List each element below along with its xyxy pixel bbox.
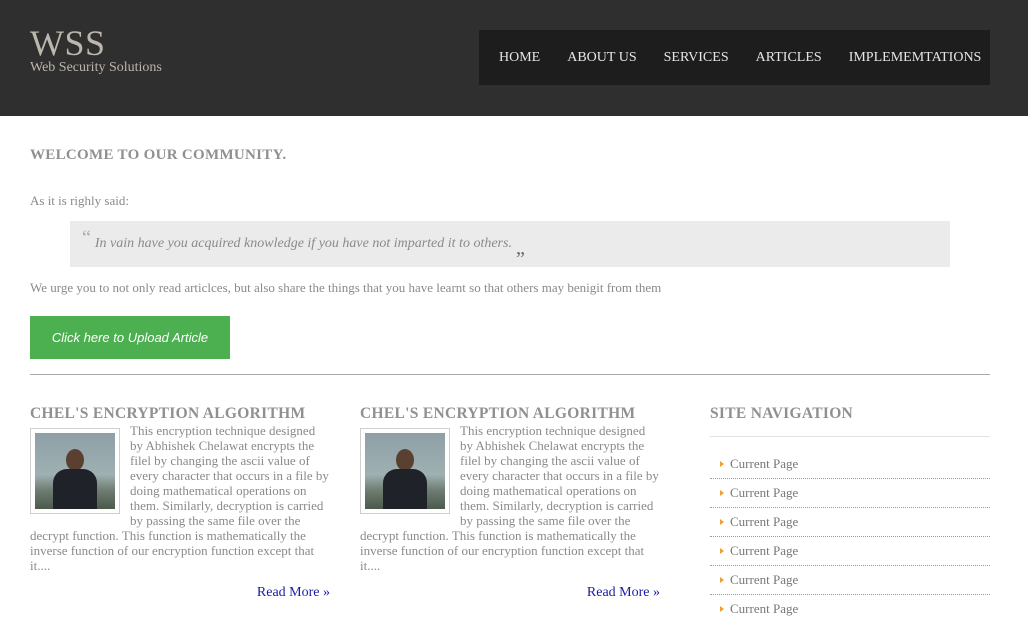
nav-implementations[interactable]: IMPLEMEMTATIONS xyxy=(849,50,982,66)
urge-text: We urge you to not only read articlces, … xyxy=(30,280,662,295)
site-logo[interactable]: WSS xyxy=(30,22,106,64)
section-divider xyxy=(30,374,990,375)
nav-home[interactable]: HOME xyxy=(499,50,540,66)
arrow-right-icon xyxy=(720,606,724,612)
quote-block: “ In vain have you acquired knowledge if… xyxy=(70,221,950,267)
article-title[interactable]: CHEL'S ENCRYPTION ALGORITHM xyxy=(360,405,660,423)
open-quote-icon: “ xyxy=(82,226,91,249)
site-navigation-sidebar: SITE NAVIGATION Current Page Current Pag… xyxy=(710,405,990,622)
sidebar-item[interactable]: Current Page xyxy=(710,537,990,566)
read-more-link[interactable]: Read More » xyxy=(360,585,660,601)
intro-text: As it is righly said: xyxy=(30,193,129,208)
close-quote-icon: „ xyxy=(515,236,525,259)
main-nav: HOME ABOUT US SERVICES ARTICLES IMPLEMEM… xyxy=(479,30,990,85)
sidebar-item[interactable]: Current Page xyxy=(710,566,990,595)
author-photo xyxy=(35,433,115,509)
nav-about-us[interactable]: ABOUT US xyxy=(567,50,636,66)
nav-services[interactable]: SERVICES xyxy=(664,50,729,66)
site-tagline: Web Security Solutions xyxy=(30,60,162,75)
welcome-heading: WELCOME TO OUR COMMUNITY. xyxy=(30,147,287,163)
site-header: WSS Web Security Solutions HOME ABOUT US… xyxy=(0,0,1028,116)
sidebar-title: SITE NAVIGATION xyxy=(710,405,990,437)
upload-article-button[interactable]: Click here to Upload Article xyxy=(30,316,230,359)
article-title[interactable]: CHEL'S ENCRYPTION ALGORITHM xyxy=(30,405,330,423)
arrow-right-icon xyxy=(720,519,724,525)
arrow-right-icon xyxy=(720,490,724,496)
article-thumbnail xyxy=(360,428,450,514)
arrow-right-icon xyxy=(720,548,724,554)
arrow-right-icon xyxy=(720,461,724,467)
article-card: CHEL'S ENCRYPTION ALGORITHM This encrypt… xyxy=(360,405,660,601)
quote-text: In vain have you acquired knowledge if y… xyxy=(94,236,512,251)
sidebar-list: Current Page Current Page Current Page C… xyxy=(710,450,990,622)
sidebar-item[interactable]: Current Page xyxy=(710,595,990,622)
author-photo xyxy=(365,433,445,509)
arrow-right-icon xyxy=(720,577,724,583)
sidebar-item[interactable]: Current Page xyxy=(710,508,990,537)
sidebar-item[interactable]: Current Page xyxy=(710,479,990,508)
sidebar-item[interactable]: Current Page xyxy=(710,450,990,479)
nav-articles[interactable]: ARTICLES xyxy=(756,50,822,66)
read-more-link[interactable]: Read More » xyxy=(30,585,330,601)
article-thumbnail xyxy=(30,428,120,514)
article-card: CHEL'S ENCRYPTION ALGORITHM This encrypt… xyxy=(30,405,330,601)
